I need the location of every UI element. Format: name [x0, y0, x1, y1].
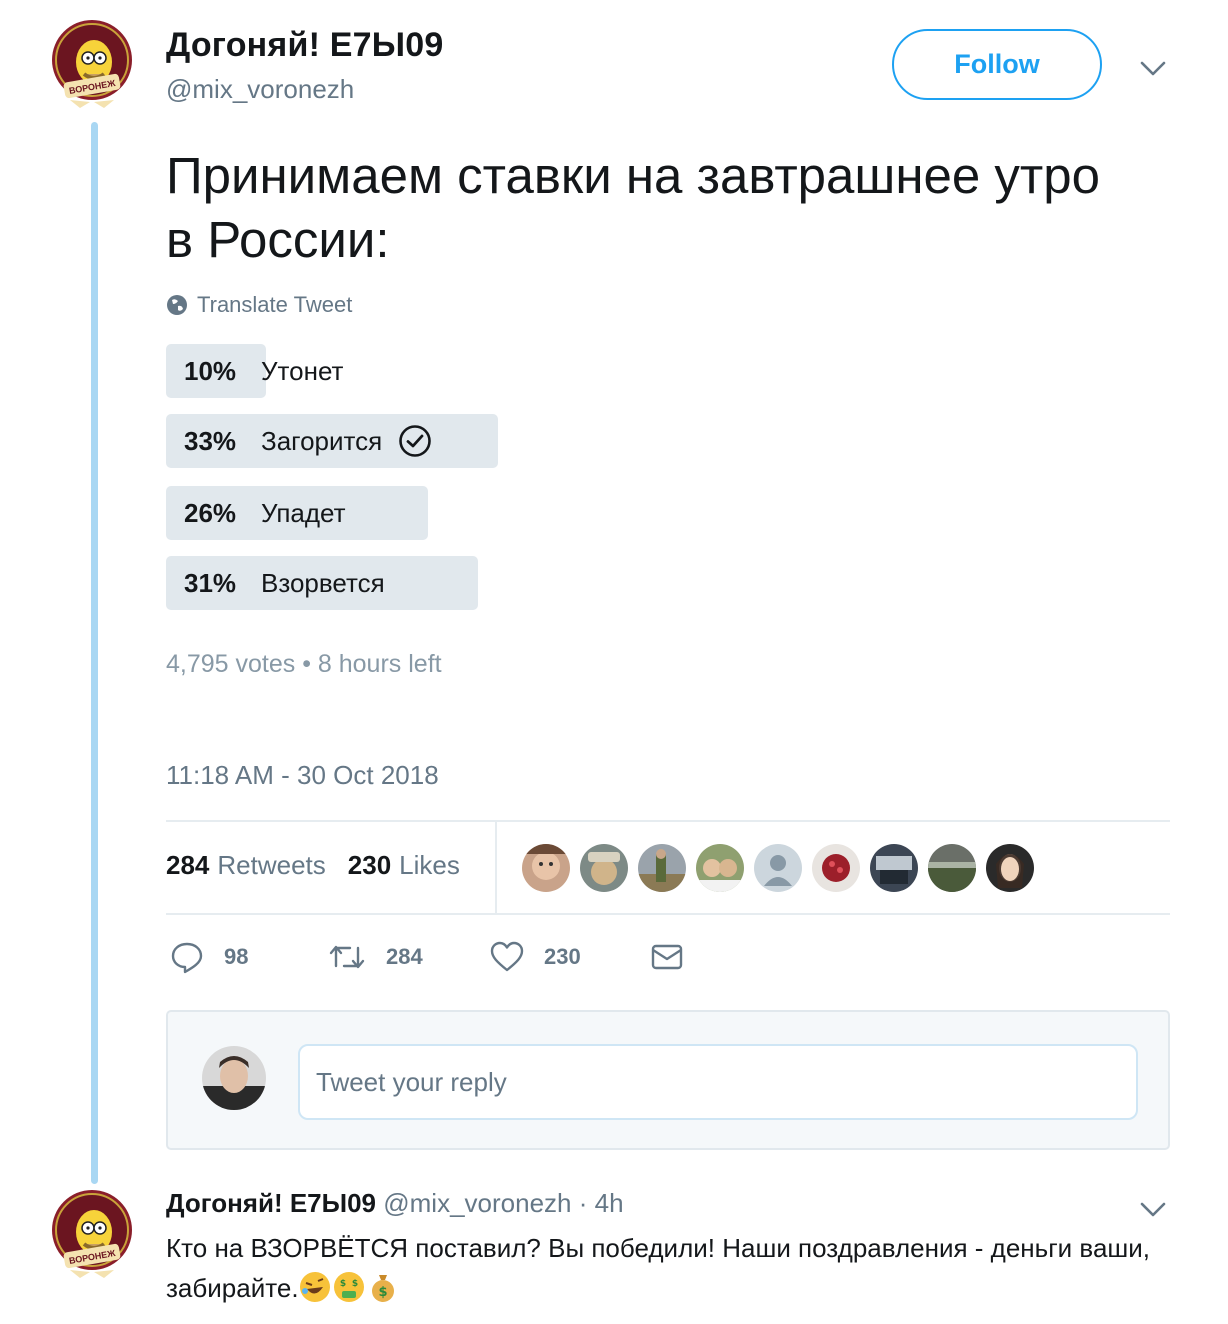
retweets-stat[interactable]: 284 Retweets	[166, 850, 326, 881]
poll-percent: 26%	[184, 497, 237, 528]
reply-time[interactable]: · 4h	[579, 1188, 624, 1218]
poll-percent: 10%	[184, 355, 237, 386]
liker-avatar[interactable]	[812, 844, 860, 892]
tweet-text: Принимаем ставки на завтрашнее утро в Ро…	[166, 147, 1100, 268]
liker-avatar[interactable]	[522, 844, 570, 892]
divider	[166, 820, 1170, 822]
retweet-icon	[329, 945, 365, 969]
retweet-count: 284	[386, 944, 423, 969]
reply-icon	[171, 942, 203, 974]
retweets-count: 284	[166, 850, 210, 880]
reply-author-handle[interactable]: @mix_voronezh	[383, 1188, 571, 1218]
money-bag-emoji-icon: $	[367, 1271, 399, 1303]
poll-option-label: Загорится	[261, 425, 383, 456]
author-handle[interactable]: @mix_voronezh	[166, 74, 354, 105]
poll-option: 26% Упадет	[166, 486, 428, 540]
reply-text-block: Кто на ВЗОРВЁТСЯ поставил? Вы победили! …	[166, 1228, 1176, 1308]
reply-composer	[166, 1010, 1170, 1150]
poll-option-label: Взорвется	[261, 567, 385, 598]
rolling-laughing-emoji-icon	[299, 1271, 331, 1303]
tweet-actions: 98 284 230	[170, 940, 704, 974]
liker-avatar[interactable]	[928, 844, 976, 892]
poll-percent: 33%	[184, 425, 237, 456]
reply-author-name[interactable]: Догоняй! Е7Ы09	[166, 1188, 376, 1218]
poll-option: 33% Загорится	[166, 414, 498, 468]
author-name[interactable]: Догоняй! Е7Ы09	[166, 26, 443, 65]
direct-message-action[interactable]	[650, 942, 704, 972]
globe-icon	[167, 295, 187, 315]
svg-text:$: $	[339, 1279, 345, 1289]
retweet-action[interactable]: 284	[328, 940, 490, 974]
svg-text:$: $	[351, 1279, 357, 1289]
user-avatar[interactable]	[202, 1046, 266, 1110]
envelope-icon	[651, 944, 683, 970]
liker-avatar[interactable]	[870, 844, 918, 892]
reply-count: 98	[224, 944, 249, 969]
tweet-timestamp[interactable]: 11:18 AM - 30 Oct 2018	[166, 760, 439, 791]
reply-input[interactable]	[298, 1044, 1138, 1120]
liker-avatar[interactable]	[638, 844, 686, 892]
follow-button[interactable]: Follow	[892, 29, 1102, 100]
poll-option: 31% Взорвется	[166, 556, 478, 610]
check-circle-icon	[398, 424, 432, 458]
translate-tweet-link[interactable]: Translate Tweet	[166, 292, 352, 318]
reply-header: Догоняй! Е7Ы09 @mix_voronezh · 4h	[166, 1188, 624, 1219]
likes-label: Likes	[399, 850, 460, 880]
engagement-stats: 284 Retweets 230 Likes	[166, 850, 482, 881]
likes-stat[interactable]: 230 Likes	[348, 850, 460, 881]
money-mouth-emoji-icon: $ $	[333, 1271, 365, 1303]
reply-action[interactable]: 98	[170, 940, 328, 974]
heart-icon	[490, 941, 524, 972]
like-count: 230	[544, 944, 581, 969]
chevron-down-icon[interactable]	[1138, 1196, 1168, 1222]
svg-text:$: $	[378, 1285, 387, 1300]
divider	[166, 913, 1170, 915]
divider	[495, 822, 497, 914]
like-action[interactable]: 230	[490, 941, 650, 973]
poll-option: 10% Утонет	[166, 344, 343, 398]
poll-option-label: Упадет	[261, 497, 346, 528]
liker-avatar[interactable]	[580, 844, 628, 892]
poll-meta: 4,795 votes • 8 hours left	[166, 650, 442, 678]
liker-avatar[interactable]	[986, 844, 1034, 892]
chevron-down-icon[interactable]	[1138, 55, 1168, 81]
translate-label: Translate Tweet	[197, 292, 353, 317]
retweets-label: Retweets	[217, 850, 326, 880]
liker-avatar[interactable]	[754, 844, 802, 892]
likers-avatars	[522, 844, 1044, 892]
author-avatar[interactable]: ВОРОНЕЖ	[50, 20, 134, 114]
poll-option-label: Утонет	[261, 355, 344, 386]
poll-percent: 31%	[184, 567, 237, 598]
reply-author-avatar[interactable]: ВОРОНЕЖ	[50, 1190, 134, 1284]
likes-count: 230	[347, 850, 392, 880]
thread-line	[91, 122, 98, 1184]
liker-avatar[interactable]	[696, 844, 744, 892]
